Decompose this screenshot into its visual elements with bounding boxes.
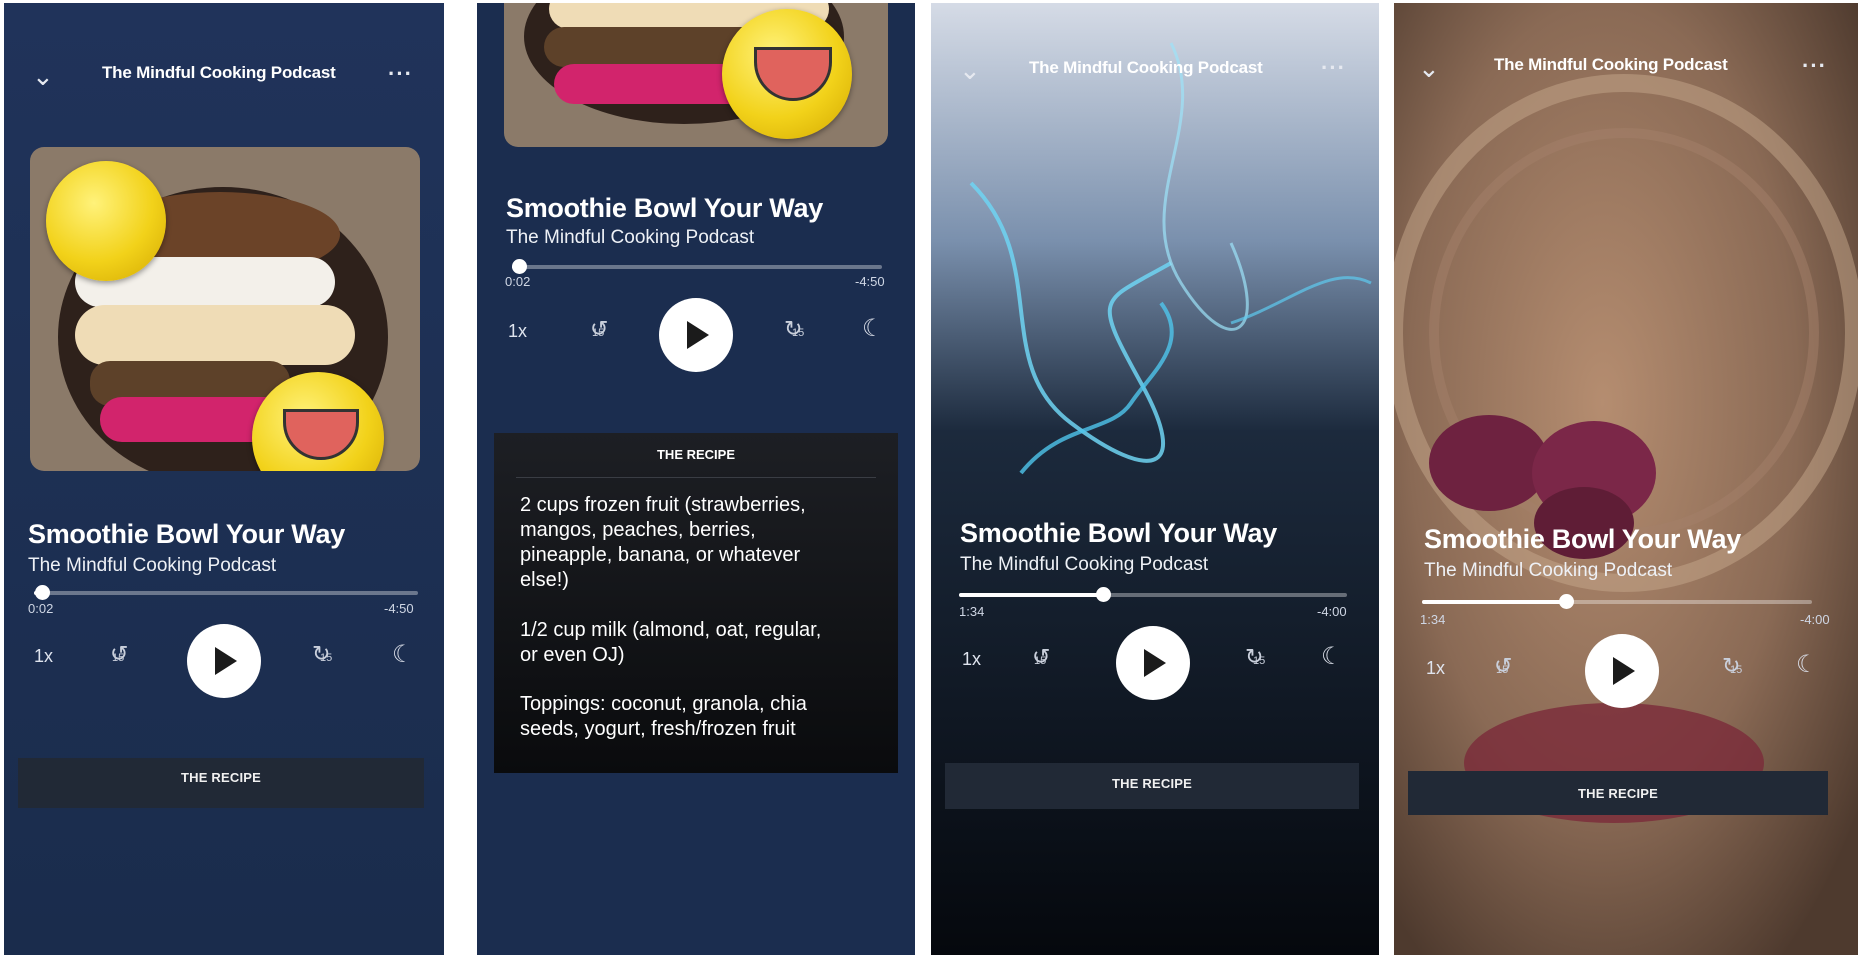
progress-knob[interactable] (1095, 587, 1111, 602)
forward-15-label: 15 (1253, 655, 1266, 667)
forward-15-icon[interactable]: ↻ 15 (1722, 655, 1743, 677)
episode-title: Smoothie Bowl Your Way (28, 519, 345, 549)
forward-15-label: 15 (1730, 664, 1743, 676)
more-icon[interactable]: ··· (1802, 55, 1827, 77)
rewind-15-icon[interactable]: ↺ 15 (590, 318, 608, 340)
play-icon (1144, 649, 1166, 677)
header-title: The Mindful Cooking Podcast (1029, 58, 1263, 77)
smiley-sticker (46, 161, 166, 281)
speed-button[interactable]: 1x (1426, 658, 1445, 679)
moon-icon[interactable]: ☾ (1321, 645, 1343, 669)
player-screen-3: ⌄ The Mindful Cooking Podcast ··· Smooth… (931, 3, 1379, 955)
rewind-15-label: 15 (112, 652, 125, 664)
chevron-down-icon[interactable]: ⌄ (1418, 55, 1440, 81)
progress-knob[interactable] (34, 585, 50, 600)
play-button[interactable] (187, 624, 261, 698)
speed-button[interactable]: 1x (962, 649, 981, 670)
play-icon (215, 647, 237, 675)
episode-artwork (30, 147, 420, 471)
play-icon (1613, 657, 1635, 685)
player-screen-4: ⌄ The Mindful Cooking Podcast ··· Smooth… (1394, 3, 1858, 955)
forward-15-label: 15 (320, 652, 333, 664)
moon-icon[interactable]: ☾ (1796, 653, 1818, 677)
forward-15-label: 15 (792, 327, 805, 339)
recipe-paragraph: Toppings: coconut, granola, chia seeds, … (520, 693, 807, 740)
elapsed-time: 1:34 (1420, 612, 1446, 627)
speed-button[interactable]: 1x (34, 646, 53, 667)
abstract-background (931, 3, 1379, 955)
player-screen-2: Smoothie Bowl Your Way The Mindful Cooki… (477, 3, 915, 955)
progress-knob[interactable] (512, 259, 528, 274)
play-button[interactable] (1116, 626, 1190, 700)
episode-podcast-name: The Mindful Cooking Podcast (28, 555, 277, 576)
episode-title: Smoothie Bowl Your Way (960, 518, 1277, 548)
progress-bar[interactable] (512, 259, 882, 274)
header-title: The Mindful Cooking Podcast (102, 63, 336, 82)
recipe-tab[interactable]: THE RECIPE (1408, 771, 1828, 815)
elapsed-time: 0:02 (28, 601, 54, 616)
moon-icon[interactable]: ☾ (392, 643, 414, 667)
episode-artwork (504, 3, 888, 147)
recipe-paragraph: 1/2 cup milk (almond, oat, regular, or e… (520, 619, 822, 666)
episode-podcast-name: The Mindful Cooking Podcast (1424, 560, 1673, 581)
rewind-15-label: 15 (592, 327, 605, 339)
chevron-down-icon[interactable]: ⌄ (959, 57, 981, 83)
recipe-tab[interactable]: THE RECIPE (945, 763, 1359, 809)
speed-button[interactable]: 1x (508, 321, 527, 342)
progress-bar[interactable] (34, 585, 418, 600)
header-title: The Mindful Cooking Podcast (1494, 55, 1728, 74)
rewind-15-icon[interactable]: ↺ 15 (110, 643, 128, 665)
rewind-15-label: 15 (1034, 655, 1047, 667)
progress-bar[interactable] (959, 587, 1347, 602)
play-icon (687, 321, 709, 349)
rewind-15-icon[interactable]: ↺ 15 (1494, 655, 1512, 677)
recipe-divider (516, 477, 876, 478)
progress-bar[interactable] (1422, 594, 1812, 609)
play-button[interactable] (1585, 634, 1659, 708)
episode-title: Smoothie Bowl Your Way (1424, 524, 1741, 554)
recipe-heading: THE RECIPE (656, 447, 735, 462)
forward-15-icon[interactable]: ↻ 15 (1245, 646, 1266, 668)
recipe-paragraph: 2 cups frozen fruit (strawberries, mango… (520, 494, 806, 591)
remaining-time: -4:50 (855, 274, 885, 289)
episode-podcast-name: The Mindful Cooking Podcast (506, 227, 755, 248)
recipe-tab[interactable]: THE RECIPE (18, 758, 424, 808)
player-screen-1: ⌄ The Mindful Cooking Podcast ··· Smooth… (4, 3, 444, 955)
elapsed-time: 0:02 (505, 274, 531, 289)
chevron-down-icon[interactable]: ⌄ (32, 63, 54, 89)
recipe-panel: THE RECIPE 2 cups frozen fruit (strawber… (494, 433, 898, 773)
play-button[interactable] (659, 298, 733, 372)
rewind-15-icon[interactable]: ↺ 15 (1032, 646, 1050, 668)
remaining-time: -4:00 (1800, 612, 1830, 627)
more-icon[interactable]: ··· (1321, 57, 1346, 79)
episode-podcast-name: The Mindful Cooking Podcast (960, 554, 1209, 575)
remaining-time: -4:50 (384, 601, 414, 616)
forward-15-icon[interactable]: ↻ 15 (312, 643, 333, 665)
forward-15-icon[interactable]: ↻ 15 (784, 318, 805, 340)
more-icon[interactable]: ··· (388, 63, 413, 85)
moon-icon[interactable]: ☾ (862, 317, 884, 341)
remaining-time: -4:00 (1317, 604, 1347, 619)
rewind-15-label: 15 (1496, 664, 1509, 676)
elapsed-time: 1:34 (959, 604, 985, 619)
episode-title: Smoothie Bowl Your Way (506, 193, 823, 223)
